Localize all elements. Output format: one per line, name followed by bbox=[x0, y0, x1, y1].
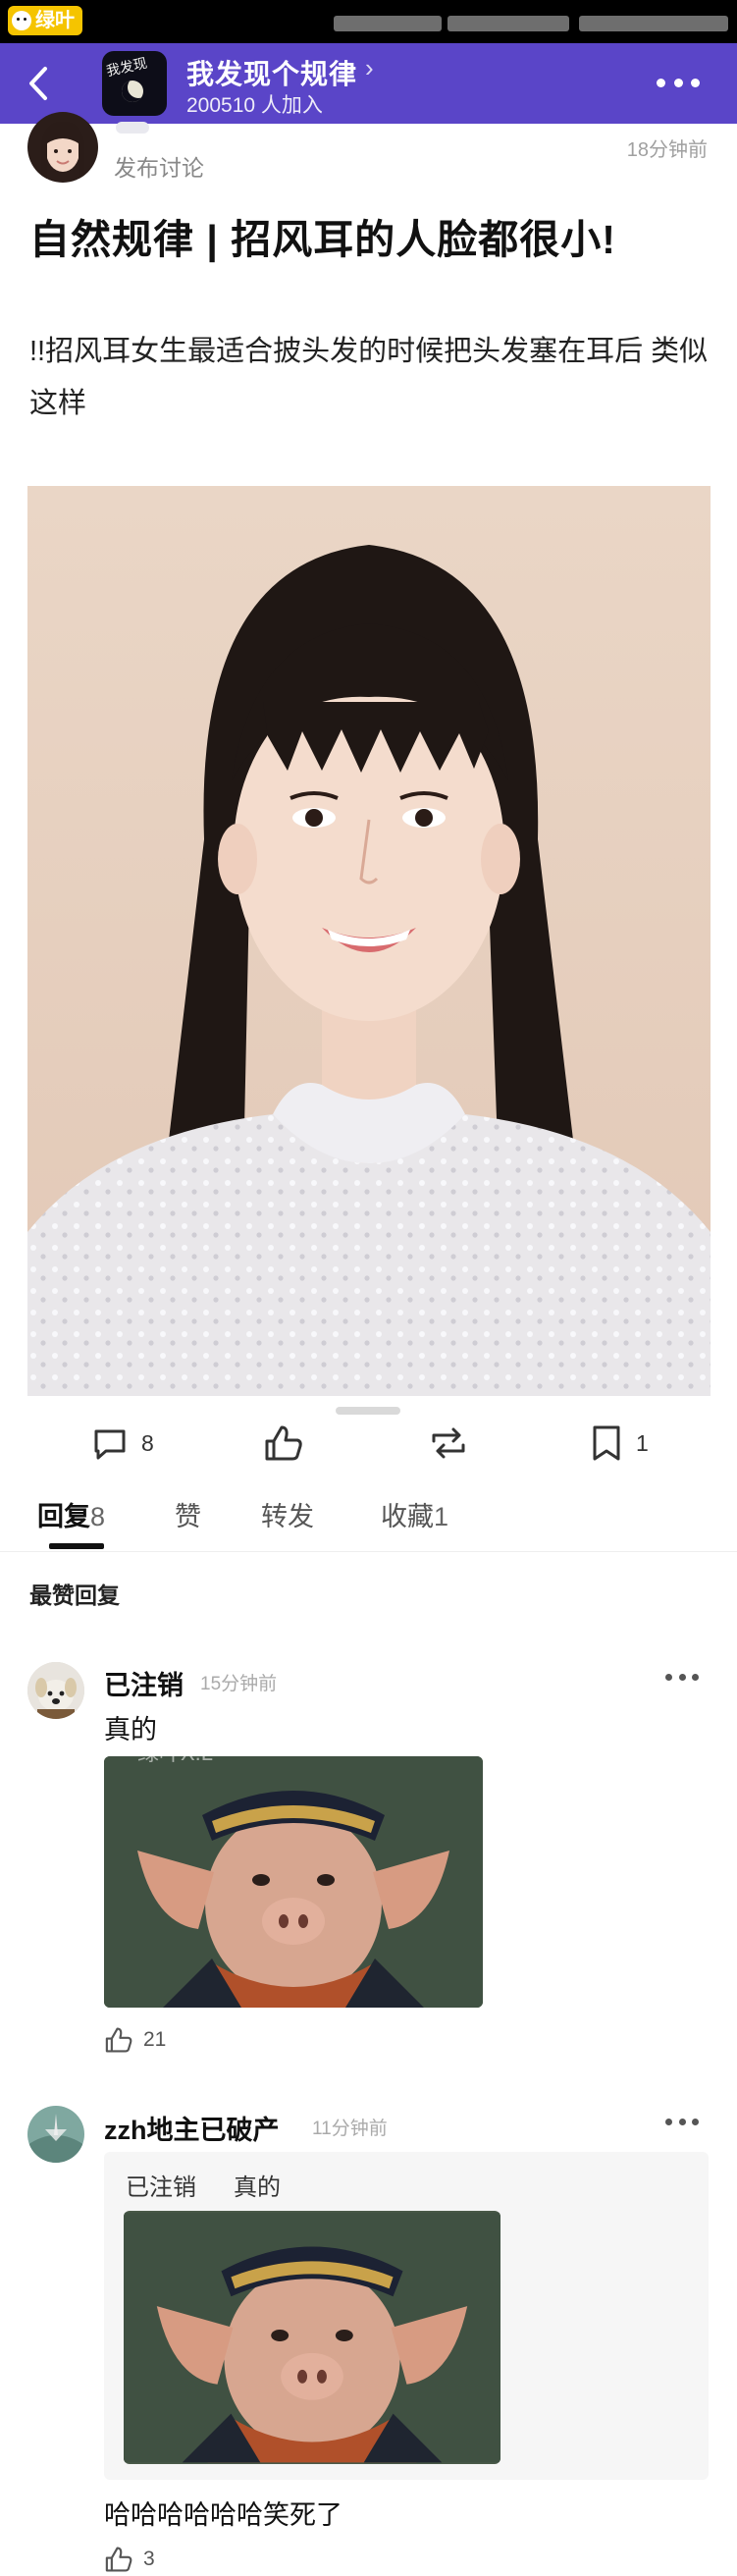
author-name-placeholder bbox=[116, 122, 149, 134]
group-avatar[interactable]: 我发现 bbox=[102, 51, 167, 116]
comment-count: 8 bbox=[141, 1429, 154, 1456]
post-type: 发布讨论 bbox=[114, 155, 204, 181]
comment-username[interactable]: zzh地主已破产 bbox=[104, 2109, 280, 2147]
comment-avatar[interactable] bbox=[27, 2106, 84, 2163]
comment-image[interactable] bbox=[104, 1756, 483, 2008]
comment-avatar[interactable] bbox=[27, 1662, 84, 1719]
comment-username[interactable]: 已注销 bbox=[104, 1664, 184, 1702]
status-indicator bbox=[334, 16, 442, 31]
more-icon[interactable] bbox=[665, 2119, 699, 2126]
status-bar: 绿叶 bbox=[0, 0, 737, 43]
comment-button[interactable]: 8 bbox=[90, 1423, 154, 1463]
smiley-icon bbox=[12, 11, 31, 30]
group-name[interactable]: 我发现个规律 bbox=[186, 53, 357, 92]
comment-image[interactable] bbox=[124, 2211, 500, 2464]
group-member-count: 200510 人加入 bbox=[186, 94, 323, 117]
post-title: 自然规律 | 招风耳的人脸都很小! bbox=[29, 217, 616, 262]
comment-like-button[interactable]: 3 bbox=[104, 2545, 155, 2574]
tab-favorites[interactable]: 收藏1 bbox=[381, 1495, 448, 1533]
retweet-icon bbox=[432, 1427, 465, 1459]
more-icon[interactable] bbox=[657, 79, 700, 88]
tab-reposts[interactable]: 转发 bbox=[261, 1495, 314, 1533]
bookmark-button[interactable]: 1 bbox=[589, 1423, 649, 1463]
active-tab-indicator bbox=[49, 1543, 104, 1549]
watermark: 绿叶X.L bbox=[137, 1741, 214, 1765]
post-time: 18分钟前 bbox=[626, 139, 708, 161]
tab-count: 8 bbox=[90, 1502, 106, 1531]
comment-icon bbox=[94, 1429, 126, 1460]
status-indicator bbox=[579, 16, 728, 31]
author-avatar[interactable] bbox=[27, 112, 98, 183]
comment-time: 15分钟前 bbox=[200, 1674, 278, 1694]
app-badge: 绿叶 bbox=[8, 6, 82, 35]
post-image[interactable] bbox=[27, 486, 711, 1396]
tab-label: 转发 bbox=[261, 1502, 314, 1531]
status-indicator bbox=[447, 16, 569, 31]
post-actions: 8 1 bbox=[0, 1414, 737, 1473]
tab-label: 赞 bbox=[175, 1502, 201, 1531]
quoted-text: 真的 bbox=[234, 2174, 281, 2201]
tab-replies[interactable]: 回复8 bbox=[37, 1495, 105, 1533]
bookmark-icon bbox=[593, 1425, 620, 1461]
comment-time: 11分钟前 bbox=[312, 2119, 388, 2139]
tab-count: 1 bbox=[434, 1502, 449, 1531]
like-button[interactable] bbox=[263, 1423, 304, 1463]
like-icon bbox=[105, 2027, 132, 2053]
reply-tabs: 回复8 赞 转发 收藏1 bbox=[0, 1487, 737, 1552]
group-header: 我发现 我发现个规律 › 200510 人加入 bbox=[0, 43, 737, 124]
app-badge-label: 绿叶 bbox=[35, 10, 75, 31]
comment-like-button[interactable]: 21 bbox=[104, 2025, 166, 2055]
like-count: 3 bbox=[143, 2548, 155, 2570]
quoted-username[interactable]: 已注销 bbox=[126, 2168, 196, 2202]
group-avatar-text: 我发现 bbox=[104, 54, 149, 80]
bookmark-count: 1 bbox=[636, 1429, 649, 1456]
moon-icon bbox=[122, 80, 143, 102]
like-count: 21 bbox=[143, 2028, 167, 2051]
chevron-right-icon[interactable]: › bbox=[365, 53, 374, 83]
tab-label: 回复 bbox=[37, 1502, 90, 1531]
tab-label: 收藏 bbox=[381, 1502, 434, 1531]
back-icon[interactable] bbox=[22, 61, 61, 106]
like-icon bbox=[105, 2547, 132, 2572]
section-label: 最赞回复 bbox=[29, 1583, 120, 1608]
retweet-button[interactable] bbox=[426, 1423, 483, 1463]
post-body: !!招风耳女生最适合披头发的时候把头发塞在耳后 类似这样 bbox=[29, 336, 709, 419]
like-icon bbox=[265, 1425, 302, 1461]
comment-text: 哈哈哈哈哈哈笑死了 bbox=[104, 2500, 342, 2530]
more-icon[interactable] bbox=[665, 1674, 699, 1682]
tab-likes[interactable]: 赞 bbox=[175, 1495, 201, 1533]
